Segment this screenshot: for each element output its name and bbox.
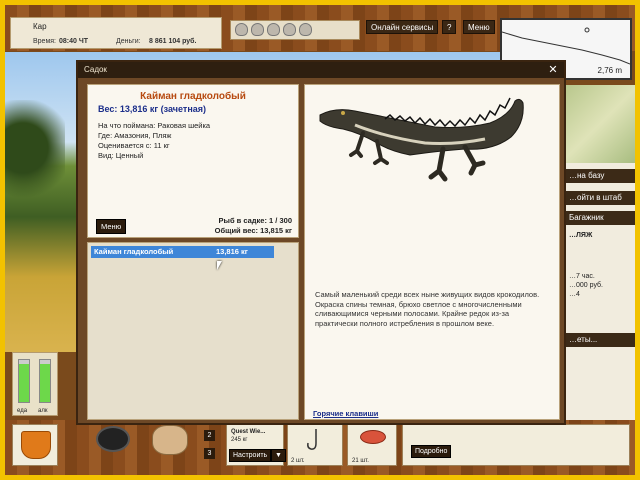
caiman-image	[319, 97, 524, 182]
needs-meters: еда алк	[12, 352, 58, 416]
alcohol-fill	[40, 364, 50, 402]
alcohol-meter	[39, 359, 51, 403]
fish-description: Самый маленький среди всех ныне живущих …	[315, 290, 540, 328]
hotkeys-link[interactable]: Горячие клавиши	[313, 409, 378, 418]
bait-name: Quest Wie...	[231, 429, 266, 435]
bag-icon[interactable]	[251, 23, 264, 36]
to-hq-button[interactable]: …ойти в штаб	[565, 191, 635, 205]
setup-button[interactable]: Настроить	[229, 449, 272, 462]
menu-button[interactable]: Меню	[463, 20, 495, 34]
alcohol-label: алк	[38, 408, 48, 414]
fish-weight: Вес: 13,816 кг (зачетная)	[98, 104, 207, 114]
shrimp-count: 21 шт.	[352, 458, 369, 464]
total-weight: Общий вес: 13,815 кг	[214, 226, 292, 235]
hook-slot[interactable]: 2 шт.	[287, 424, 343, 466]
time-label: Время:	[33, 38, 57, 45]
bag-icon[interactable]	[283, 23, 296, 36]
count-badge: 3	[204, 448, 215, 459]
shrimp-icon	[360, 430, 386, 444]
bait-weight: 245 кг	[231, 437, 248, 443]
fish-kind: Вид: Ценный	[98, 151, 144, 160]
inventory-strip	[230, 20, 360, 40]
bucket-slot[interactable]	[12, 424, 58, 466]
fish-menu-button[interactable]: Меню	[96, 219, 127, 234]
right-panel: …на базу …ойти в штаб Багажник …ЛЯЖ …7 ч…	[565, 85, 635, 465]
money-value: 8 861 104 руб.	[149, 38, 197, 45]
bag-icon[interactable]	[267, 23, 280, 36]
food-meter	[18, 359, 30, 403]
money-label: Деньги:	[116, 38, 141, 45]
trees	[5, 100, 65, 220]
dialog-title: Садок	[78, 62, 564, 78]
list-item-name: Кайман гладколобый	[94, 247, 174, 256]
valued-from: Оценивается с: 11 кг	[98, 141, 170, 150]
to-base-button[interactable]: …на базу	[565, 169, 635, 183]
bag-icon[interactable]	[235, 23, 248, 36]
mouse-cursor-icon	[217, 261, 222, 270]
rp-line2: …000 руб.	[569, 282, 603, 289]
beach-label: …ЛЯЖ	[569, 232, 593, 239]
depth-readout: 2,76 m	[597, 66, 622, 75]
details-button[interactable]: Подробно	[411, 445, 452, 458]
fish-count: Рыб в садке: 1 / 300	[218, 216, 292, 225]
list-item-weight: 13,816 кг	[216, 247, 248, 256]
bag-icon[interactable]	[299, 23, 312, 36]
trunk-button[interactable]: Багажник	[565, 211, 635, 225]
caught-on: На что поймана: Раковая шейка	[98, 121, 211, 130]
caught-where: Где: Амазония, Пляж	[98, 131, 172, 140]
status-box: Кар Время: 08:40 ЧТ Деньги: 8 861 104 ру…	[10, 17, 222, 49]
hook-count: 2 шт.	[291, 458, 305, 464]
bait-slot[interactable]: Quest Wie... 245 кг Настроить ▼	[226, 424, 286, 466]
online-services-button[interactable]: Онлайн сервисы	[366, 20, 439, 34]
help-button[interactable]: ?	[442, 20, 456, 34]
tasks-button[interactable]: …еты...	[565, 333, 635, 347]
dropdown-arrow-icon[interactable]: ▼	[271, 449, 286, 462]
groundbait-pot-icon[interactable]	[96, 426, 130, 452]
sack-icon[interactable]	[152, 425, 188, 455]
details-panel: Подробно	[402, 424, 630, 466]
bait-item-slot[interactable]: 21 шт.	[347, 424, 397, 466]
fish-info-card: Кайман гладколобый Вес: 13,816 кг (зачет…	[87, 84, 299, 238]
bucket-icon	[21, 431, 51, 459]
list-item[interactable]: Кайман гладколобый 13,816 кг	[91, 246, 274, 258]
area-map[interactable]	[565, 85, 635, 163]
rp-line3: …4	[569, 291, 580, 298]
fish-list: Кайман гладколобый 13,816 кг	[87, 242, 299, 420]
count-badge: 2	[204, 430, 215, 441]
fish-detail-card: Самый маленький среди всех ныне живущих …	[304, 84, 560, 420]
time-value: 08:40 ЧТ	[59, 38, 89, 45]
close-icon[interactable]: ✕	[546, 63, 560, 77]
location-name: Кар	[33, 22, 47, 31]
food-label: еда	[17, 408, 28, 414]
fish-name: Кайман гладколобый	[140, 91, 246, 102]
rp-line1: …7 час.	[569, 273, 595, 280]
food-fill	[19, 364, 29, 402]
keepnet-dialog: Садок ✕ Кайман гладколобый Вес: 13,816 к…	[76, 60, 566, 425]
hook-icon	[307, 429, 317, 450]
